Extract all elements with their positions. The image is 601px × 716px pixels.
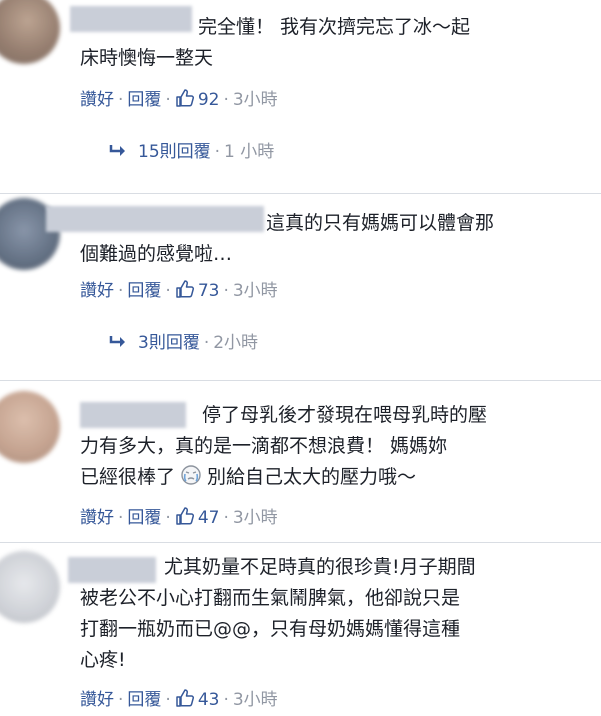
like-count[interactable]: 92 <box>198 90 220 110</box>
separator-dot: · <box>118 690 124 710</box>
comment-line: 心疼! <box>80 649 126 671</box>
comment-2: 這真的只有媽媽可以體會那 個難過的感覺啦… 讚好 · 回覆 · 73 · 3小時 3則回覆 ·… <box>0 194 601 374</box>
avatar[interactable] <box>0 0 60 64</box>
separator-dot: · <box>165 690 171 710</box>
separator-dot: · <box>165 90 171 110</box>
like-count[interactable]: 43 <box>198 690 220 710</box>
comment-actions: 讚好 · 回覆 · 43 · 3小時 <box>80 687 278 713</box>
thumbs-up-icon[interactable] <box>175 279 195 307</box>
comment-actions: 讚好 · 回覆 · 73 · 3小時 <box>80 278 278 304</box>
like-link[interactable]: 讚好 <box>80 281 114 301</box>
comment-line: 個難過的感覺啦… <box>80 243 233 265</box>
comment-actions: 讚好 · 回覆 · 47 · 3小時 <box>80 505 278 531</box>
separator-dot: · <box>223 508 229 528</box>
replies-count-label[interactable]: 3則回覆 <box>138 333 200 353</box>
comment-text: 完全懂！ 我有次擠完忘了冰～起 床時懊悔一整天 <box>80 12 580 74</box>
comment-timestamp[interactable]: 3小時 <box>233 508 278 528</box>
separator-dot: · <box>118 90 124 110</box>
like-link[interactable]: 讚好 <box>80 508 114 528</box>
comment-line: 這真的只有媽媽可以體會那 <box>266 212 495 234</box>
reply-link[interactable]: 回覆 <box>127 690 161 710</box>
comment-line: 停了母乳後才發現在喂母乳時的壓 <box>202 404 488 426</box>
comment-line: 已經很棒了 <box>80 466 176 488</box>
thumbs-up-icon[interactable] <box>175 88 195 116</box>
like-link[interactable]: 讚好 <box>80 690 114 710</box>
comment-line: 被老公不小心打翻而生氣鬧脾氣，他卻說只是 <box>80 587 461 609</box>
separator-dot: · <box>223 281 229 301</box>
view-replies-link[interactable]: 3則回覆 · 2小時 <box>108 330 258 356</box>
reply-link[interactable]: 回覆 <box>127 281 161 301</box>
separator-dot: · <box>214 142 221 162</box>
separator-dot: · <box>165 281 171 301</box>
reply-link[interactable]: 回覆 <box>127 90 161 110</box>
separator-dot: · <box>223 90 229 110</box>
separator-dot: · <box>165 508 171 528</box>
comment-text: 這真的只有媽媽可以體會那 個難過的感覺啦… <box>80 208 580 270</box>
comment-text: 停了母乳後才發現在喂母乳時的壓 力有多大，真的是一滴都不想浪費！ 媽媽妳 已經很… <box>80 400 580 493</box>
comment-timestamp[interactable]: 3小時 <box>233 90 278 110</box>
replies-timestamp: 1 小時 <box>224 142 275 162</box>
replies-timestamp: 2小時 <box>213 333 259 353</box>
separator-dot: · <box>118 281 124 301</box>
separator-dot: · <box>118 508 124 528</box>
reply-arrow-icon <box>108 332 128 358</box>
avatar[interactable] <box>0 551 60 623</box>
thumbs-up-icon[interactable] <box>175 506 195 534</box>
comment-line: 完全懂！ 我有次擠完忘了冰～起 <box>198 16 471 38</box>
avatar[interactable] <box>0 391 60 463</box>
comment-line: 力有多大，真的是一滴都不想浪費！ 媽媽妳 <box>80 435 448 457</box>
reply-link[interactable]: 回覆 <box>127 508 161 528</box>
comment-line: 床時懊悔一整天 <box>80 47 214 69</box>
comment-timestamp[interactable]: 3小時 <box>233 281 278 301</box>
view-replies-link[interactable]: 15則回覆 · 1 小時 <box>108 139 274 165</box>
reply-arrow-icon <box>108 141 128 167</box>
thumbs-up-icon[interactable] <box>175 688 195 716</box>
like-count[interactable]: 47 <box>198 508 220 528</box>
comment-line: 打翻一瓶奶而已@@，只有母奶媽媽懂得這種 <box>80 618 461 640</box>
replies-count-label[interactable]: 15則回覆 <box>138 142 211 162</box>
comment-timestamp[interactable]: 3小時 <box>233 690 278 710</box>
comment-4: 尤其奶量不足時真的很珍貴!月子期間 被老公不小心打翻而生氣鬧脾氣，他卻說只是 打… <box>0 543 601 713</box>
comment-line: 尤其奶量不足時真的很珍貴!月子期間 <box>164 556 476 578</box>
like-link[interactable]: 讚好 <box>80 90 114 110</box>
separator-dot: · <box>203 333 210 353</box>
tears-emoji-icon <box>179 464 203 486</box>
comment-line: 別給自己太大的壓力哦～ <box>207 466 417 488</box>
comment-text: 尤其奶量不足時真的很珍貴!月子期間 被老公不小心打翻而生氣鬧脾氣，他卻說只是 打… <box>80 552 580 676</box>
comment-1: 完全懂！ 我有次擠完忘了冰～起 床時懊悔一整天 讚好 · 回覆 · 92 · 3小時 15則… <box>0 0 601 190</box>
like-count[interactable]: 73 <box>198 281 220 301</box>
comment-actions: 讚好 · 回覆 · 92 · 3小時 <box>80 87 278 113</box>
comment-3: 停了母乳後才發現在喂母乳時的壓 力有多大，真的是一滴都不想浪費！ 媽媽妳 已經很… <box>0 381 601 541</box>
separator-dot: · <box>223 690 229 710</box>
